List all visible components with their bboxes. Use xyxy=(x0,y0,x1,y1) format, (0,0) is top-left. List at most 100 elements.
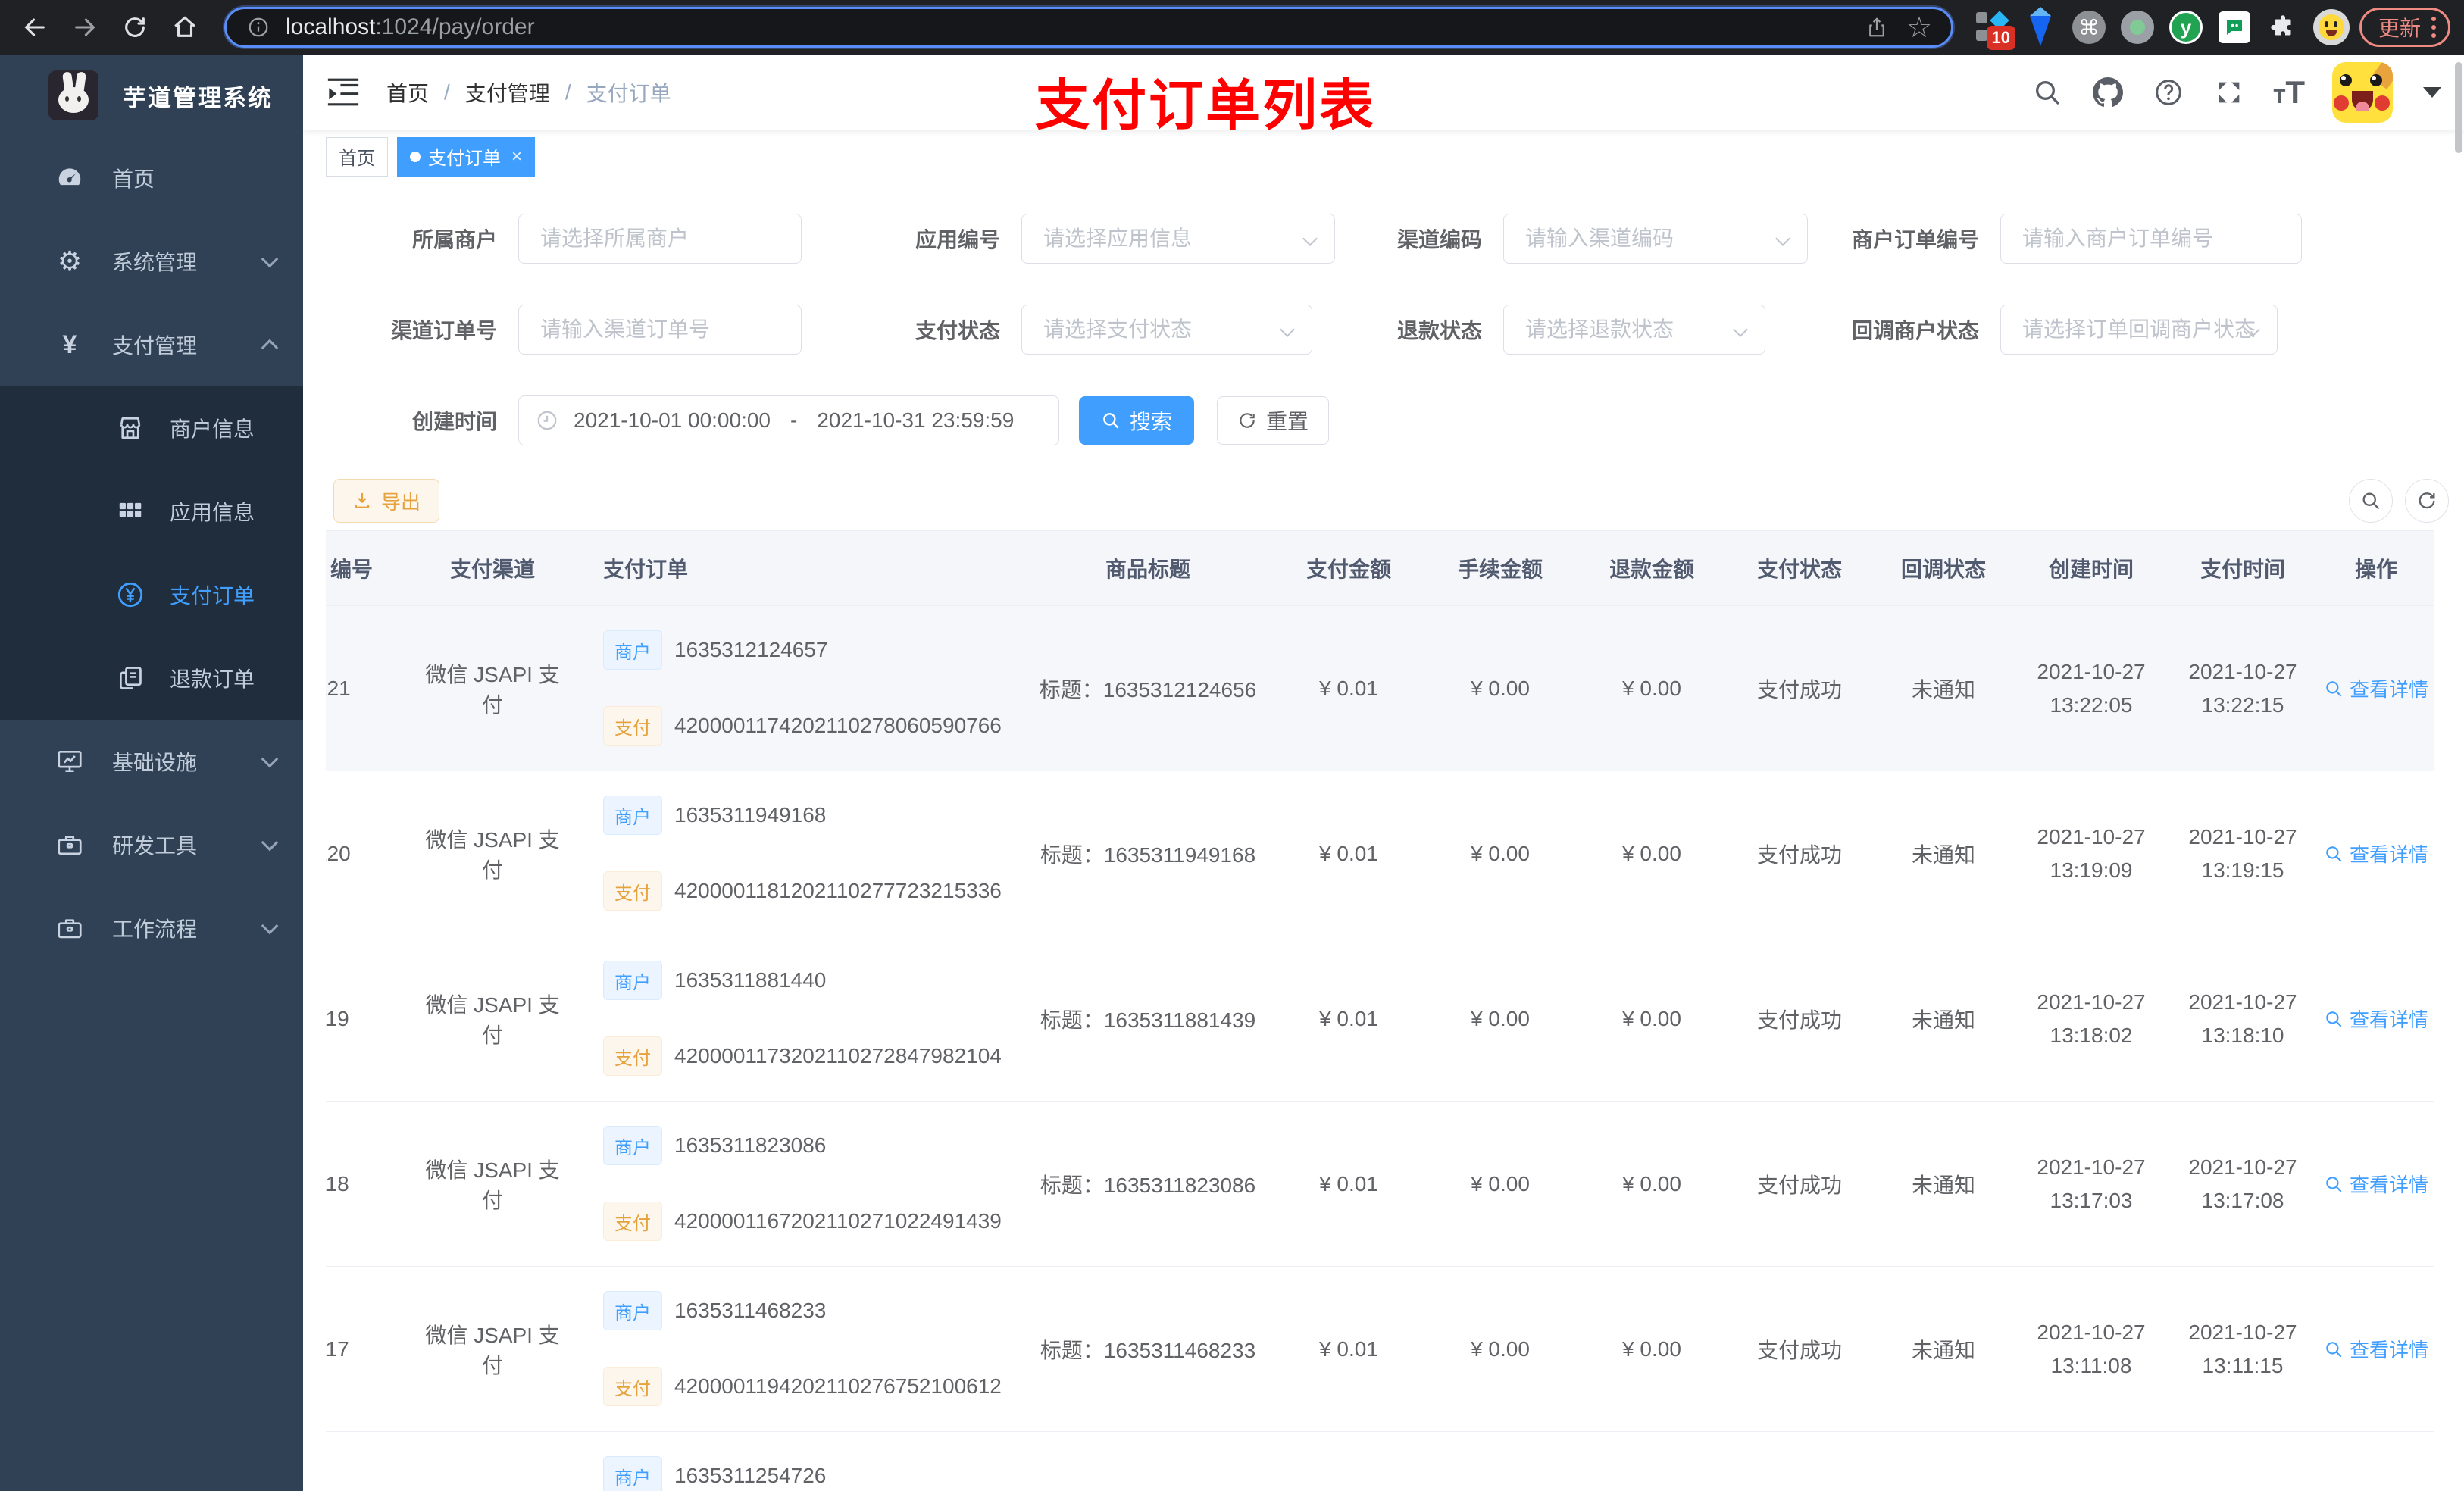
paid-time: 2021-10-27 13:22:15 xyxy=(2188,659,2297,717)
tab-pay-order[interactable]: 支付订单 × xyxy=(397,136,536,177)
pay-tag: 支付 xyxy=(603,871,662,911)
sidebar-item-merchant-info[interactable]: 商户信息 xyxy=(0,386,303,470)
pay-amount: ¥ 0.01 xyxy=(1319,1171,1378,1196)
date-range-input[interactable]: 2021-10-01 00:00:00 - 2021-10-31 23:59:5… xyxy=(518,395,1059,445)
magnifier-icon xyxy=(2326,1176,2342,1192)
browser-forward-icon[interactable] xyxy=(64,6,106,48)
share-icon[interactable] xyxy=(1862,12,1892,42)
breadcrumb-pay-manage[interactable]: 支付管理 xyxy=(465,77,550,108)
extension-kite-icon[interactable] xyxy=(2020,6,2061,48)
extension-chat-icon[interactable] xyxy=(2214,6,2255,48)
avatar-dropdown-icon[interactable] xyxy=(2423,87,2441,98)
browser-back-icon[interactable] xyxy=(14,6,56,48)
bookmark-star-icon[interactable]: ☆ xyxy=(1904,12,1934,44)
chevron-down-icon xyxy=(261,917,279,935)
filter-channel-order-no: 渠道订单号 xyxy=(315,305,802,355)
app-no-filter-select[interactable] xyxy=(1021,214,1335,264)
pay-status xyxy=(1728,1432,1871,1491)
refund-status-select[interactable] xyxy=(1503,305,1765,355)
merchant-order-line: 商户 1635311823086 xyxy=(603,1126,826,1165)
profile-avatar[interactable] xyxy=(2311,6,2352,48)
search-button[interactable]: 搜索 xyxy=(1079,396,1195,445)
header-search-icon[interactable] xyxy=(2031,76,2064,109)
extension-blocks-icon[interactable]: 10 xyxy=(1972,6,2015,50)
browser-toolbar: localhost:1024/pay/order ☆ 10 ⌘ y 更新 xyxy=(0,0,2464,55)
extension-y-icon[interactable]: y xyxy=(2165,6,2206,48)
breadcrumb: 首页 / 支付管理 / 支付订单 xyxy=(386,77,671,108)
pay-status: 支付成功 xyxy=(1756,1008,1842,1032)
close-tab-icon[interactable]: × xyxy=(511,146,522,167)
user-avatar[interactable] xyxy=(2332,62,2393,123)
refresh-icon xyxy=(1240,413,1255,428)
extension-command-icon[interactable]: ⌘ xyxy=(2068,6,2109,48)
browser-reload-icon[interactable] xyxy=(114,6,156,48)
filter-label: 渠道编码 xyxy=(1396,228,1482,252)
extensions-puzzle-icon[interactable] xyxy=(2262,6,2303,48)
sidebar-item-app-info[interactable]: 应用信息 xyxy=(0,470,303,553)
font-size-icon[interactable]: TT xyxy=(2273,74,2305,111)
tab-home[interactable]: 首页 xyxy=(326,136,388,177)
url-bar[interactable]: localhost:1024/pay/order ☆ xyxy=(224,7,1953,48)
view-detail-link[interactable]: 查看详情 xyxy=(2324,839,2428,867)
created-time xyxy=(2015,1432,2167,1491)
page-scrollbar[interactable] xyxy=(2455,62,2462,153)
sidebar-item-infrastructure[interactable]: 基础设施 xyxy=(0,720,303,803)
created-time: 2021-10-27 13:22:05 xyxy=(2037,659,2146,717)
merchant-filter-input[interactable] xyxy=(518,214,802,264)
channel-order-no-input[interactable] xyxy=(518,305,802,355)
paid-time: 2021-10-27 13:19:15 xyxy=(2188,824,2297,882)
breadcrumb-home[interactable]: 首页 xyxy=(386,77,429,108)
collapse-sidebar-icon[interactable] xyxy=(326,75,361,110)
view-detail-link[interactable]: 查看详情 xyxy=(2324,1170,2428,1198)
fullscreen-icon[interactable] xyxy=(2212,76,2246,109)
extension-record-icon[interactable] xyxy=(2117,6,2158,48)
browser-update-button[interactable]: 更新 xyxy=(2359,8,2450,47)
notify-status: 未通知 xyxy=(1911,1338,1975,1362)
refund-amount: ¥ 0.00 xyxy=(1622,841,1681,865)
fee-amount: ¥ 0.00 xyxy=(1471,1336,1530,1361)
merchant-order-no-input[interactable] xyxy=(2000,214,2302,264)
merchant-order-no: 1635312124657 xyxy=(674,638,828,661)
export-button[interactable]: 导出 xyxy=(333,479,440,523)
col-header-fee: 手续金额 xyxy=(1457,558,1543,581)
pay-order-cell: 商户 1635311468233 支付 42000011942021102767… xyxy=(568,1267,1023,1431)
notify-status: 未通知 xyxy=(1911,1173,1975,1197)
gear-icon: ⚙ xyxy=(57,245,83,277)
filter-app-no: 应用编号 xyxy=(836,214,1335,264)
channel-code-filter-select[interactable] xyxy=(1503,214,1808,264)
sidebar-item-home[interactable]: 首页 xyxy=(0,136,303,220)
sidebar-item-system[interactable]: ⚙ 系统管理 xyxy=(0,220,303,303)
site-info-icon[interactable] xyxy=(243,12,274,42)
view-detail-link[interactable]: 查看详情 xyxy=(2324,1005,2428,1033)
created-time: 2021-10-27 13:11:08 xyxy=(2037,1320,2146,1377)
filter-label: 退款状态 xyxy=(1396,319,1482,342)
date-start[interactable]: 2021-10-01 00:00:00 xyxy=(574,408,771,433)
refresh-table-icon[interactable] xyxy=(2405,479,2449,523)
filter-label: 渠道订单号 xyxy=(390,319,497,342)
github-icon[interactable] xyxy=(2091,76,2125,109)
view-detail-link[interactable]: 查看详情 xyxy=(2324,1335,2428,1363)
reset-button[interactable]: 重置 xyxy=(1217,396,1330,445)
pay-order-no: 4200001173202110272847982104 xyxy=(674,1044,1002,1067)
filter-label: 商户订单编号 xyxy=(1851,228,1979,252)
notify-status-select[interactable] xyxy=(2000,305,2278,355)
product-title: 标题：1635312124656 xyxy=(1039,677,1257,702)
pay-status-select[interactable] xyxy=(1021,305,1312,355)
url-text[interactable]: localhost:1024/pay/order xyxy=(286,14,1850,40)
browser-home-icon[interactable] xyxy=(164,6,206,48)
pay-order-cell: 商户 1635311254726 支付 xyxy=(568,1432,1023,1491)
yen-icon: ¥ xyxy=(62,330,77,359)
sidebar-item-pay-order[interactable]: 支付订单 xyxy=(0,553,303,636)
monitor-icon xyxy=(53,745,86,778)
sidebar-item-dev-tools[interactable]: 研发工具 xyxy=(0,803,303,886)
help-icon[interactable] xyxy=(2152,76,2185,109)
view-detail-link[interactable]: 查看详情 xyxy=(2324,674,2428,702)
show-search-toggle-icon[interactable] xyxy=(2349,479,2393,523)
date-end[interactable]: 2021-10-31 23:59:59 xyxy=(817,408,1014,433)
sidebar-item-payment[interactable]: ¥ 支付管理 xyxy=(0,303,303,386)
product-title: 标题：1635311468233 xyxy=(1040,1338,1256,1362)
sidebar-item-workflow[interactable]: 工作流程 xyxy=(0,886,303,970)
app-logo[interactable]: 芋道管理系统 xyxy=(0,55,303,136)
browser-menu-icon[interactable] xyxy=(2431,17,2436,38)
sidebar-item-refund-order[interactable]: 退款订单 xyxy=(0,636,303,720)
